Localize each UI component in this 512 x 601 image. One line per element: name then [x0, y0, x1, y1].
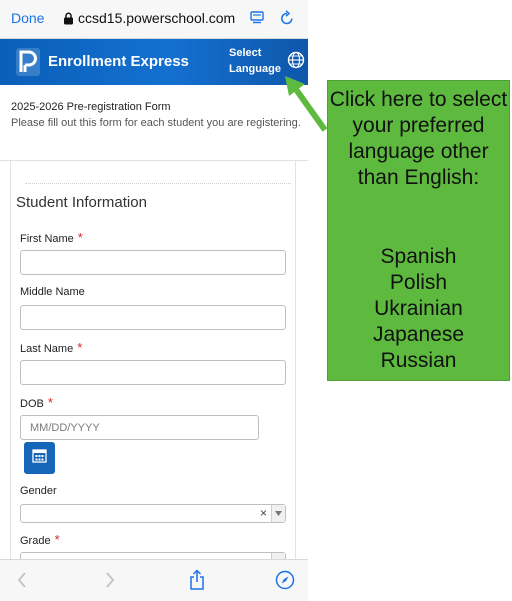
first-name-label-text: First Name	[20, 233, 74, 245]
url-text: ccsd15.powerschool.com	[78, 10, 236, 26]
callout-language: Russian	[380, 349, 457, 372]
callout-arrow	[285, 76, 328, 132]
required-marker: *	[77, 230, 83, 245]
chevron-right-icon[interactable]	[104, 571, 116, 594]
dob-label-text: DOB	[20, 398, 44, 410]
last-name-input[interactable]	[20, 360, 286, 385]
student-information-card: Student Information First Name * Middle N…	[10, 161, 296, 601]
app-title: Enrollment Express	[48, 53, 189, 70]
required-marker: *	[77, 340, 83, 355]
phone-screen: Done ccsd15.powerschool.com Enrollment E…	[0, 0, 308, 601]
grade-label-text: Grade	[20, 535, 51, 547]
select-language-line1: Select	[229, 47, 262, 59]
form-title: 2025-2026 Pre-registration Form	[11, 101, 171, 113]
first-name-input[interactable]	[20, 250, 286, 275]
lock-icon	[63, 12, 74, 25]
middle-name-label-text: Middle Name	[20, 286, 85, 298]
share-icon[interactable]	[188, 569, 206, 596]
gender-label: Gender	[20, 485, 57, 497]
calendar-button[interactable]	[24, 442, 55, 474]
clear-selection-icon[interactable]: ×	[260, 506, 267, 520]
form-description: Please fill out this form for each stude…	[11, 117, 301, 129]
browser-bottom-bar	[0, 559, 308, 601]
compass-icon[interactable]	[275, 570, 295, 595]
address-bar[interactable]: ccsd15.powerschool.com	[63, 10, 235, 26]
gender-select[interactable]: ×	[20, 504, 286, 523]
calendar-icon	[32, 448, 47, 468]
divider	[25, 183, 291, 184]
dob-input[interactable]	[20, 415, 259, 440]
section-title: Student Information	[16, 194, 147, 211]
callout-text: Click here to select your preferred lang…	[329, 88, 508, 189]
language-callout: Click here to select your preferred lang…	[327, 80, 510, 381]
select-language-button[interactable]: Select Language	[229, 45, 285, 77]
callout-language-list: Spanish Polish Ukrainian Japanese Russia…	[328, 244, 509, 374]
required-marker: *	[54, 532, 60, 547]
select-language-line2: Language	[229, 63, 281, 75]
reload-icon[interactable]	[279, 9, 295, 32]
chevron-down-icon	[271, 505, 285, 522]
powerschool-logo-icon	[16, 48, 40, 81]
middle-name-label: Middle Name	[20, 286, 85, 298]
last-name-label: Last Name *	[20, 340, 82, 355]
callout-language: Japanese	[372, 323, 465, 346]
app-header: Enrollment Express Select Language	[0, 39, 308, 85]
middle-name-input[interactable]	[20, 305, 286, 330]
chevron-left-icon[interactable]	[16, 571, 28, 594]
callout-language: Ukrainian	[374, 297, 463, 320]
done-button[interactable]: Done	[11, 10, 44, 26]
browser-top-bar: Done ccsd15.powerschool.com	[0, 0, 308, 39]
form-intro: 2025-2026 Pre-registration Form Please f…	[11, 99, 301, 131]
globe-icon[interactable]	[287, 51, 305, 74]
last-name-label-text: Last Name	[20, 343, 74, 355]
gender-label-text: Gender	[20, 485, 57, 497]
grade-label: Grade *	[20, 532, 60, 547]
callout-language: Spanish	[380, 245, 457, 268]
dob-label: DOB *	[20, 395, 53, 410]
first-name-label: First Name *	[20, 230, 83, 245]
required-marker: *	[47, 395, 53, 410]
callout-language: Polish	[389, 271, 448, 294]
reader-icon[interactable]	[249, 10, 265, 31]
